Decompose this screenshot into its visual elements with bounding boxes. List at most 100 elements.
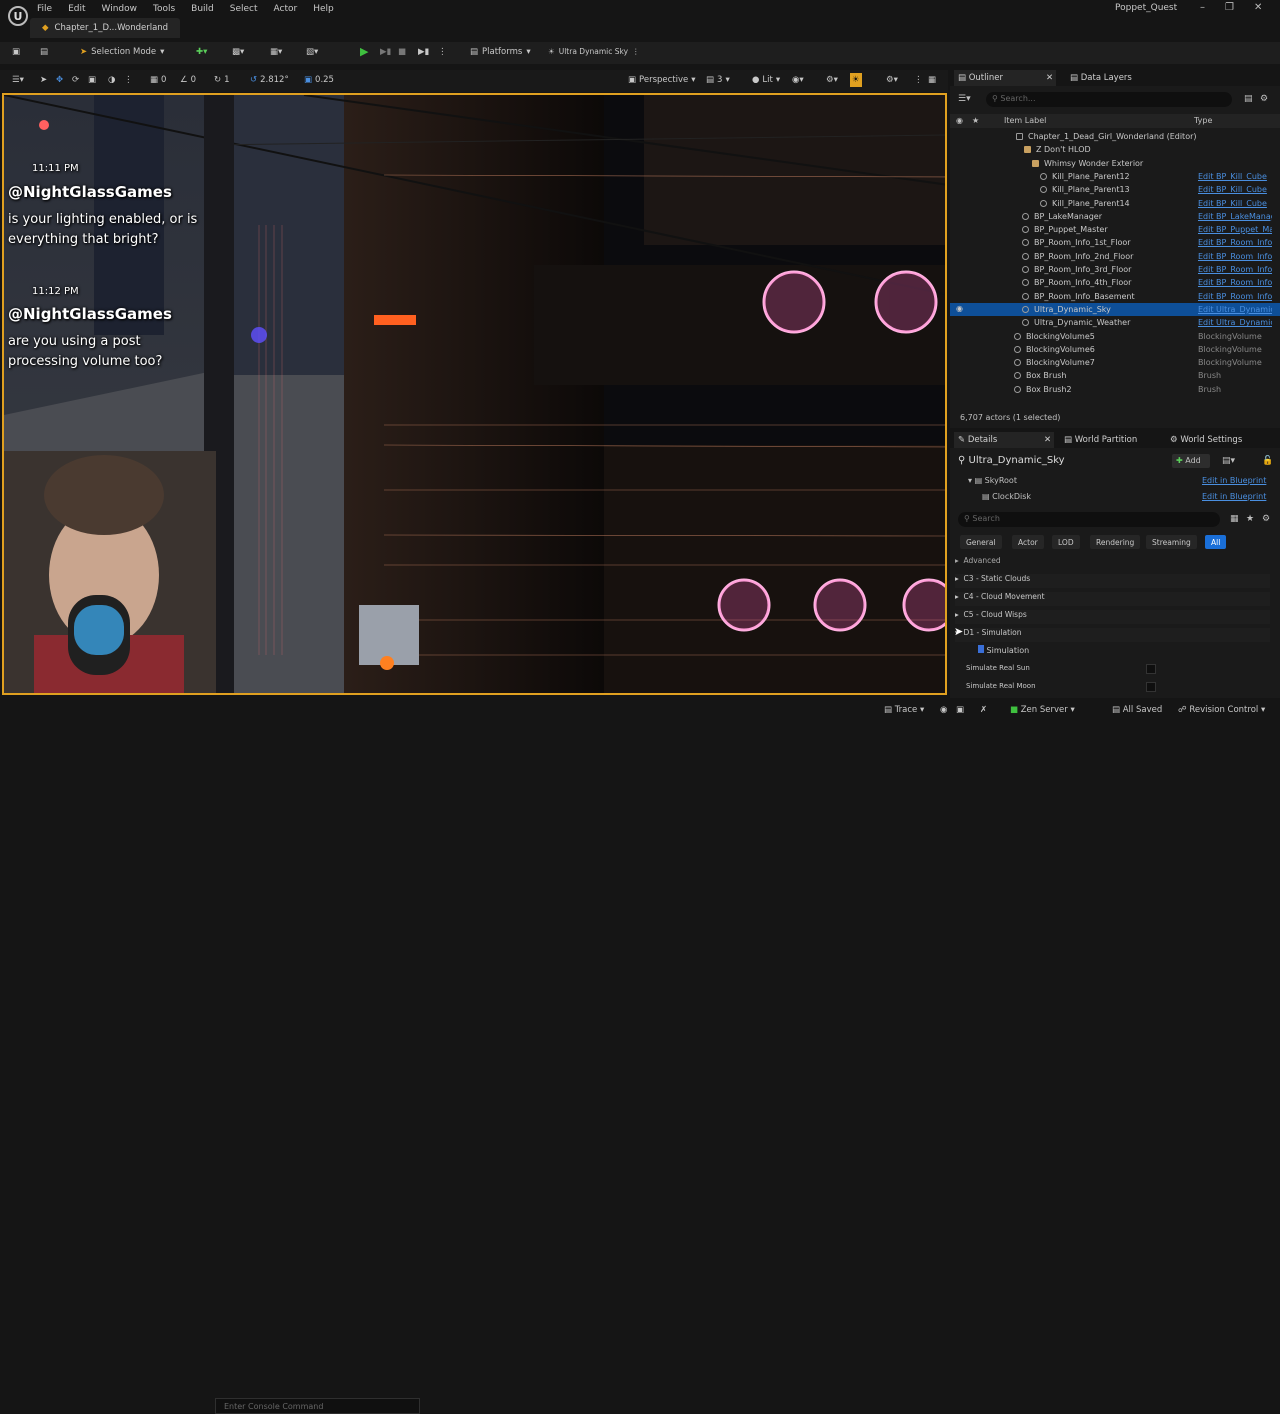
maximize-viewport-icon[interactable]: ▦ [928, 75, 936, 85]
settings-icon[interactable]: ⚙ [1260, 94, 1268, 104]
filter-streaming[interactable]: Streaming [1146, 535, 1197, 549]
map-tab[interactable]: ◆ Chapter_1_D...Wonderland [30, 18, 180, 38]
outliner-row[interactable]: Kill_Plane_Parent14 Edit BP_Kill_Cube [950, 197, 1280, 210]
outliner-row[interactable]: Box Brush2 Brush [950, 383, 1280, 396]
component-skyroot[interactable]: ▾ ▤ SkyRoot Edit in Blueprint [968, 476, 1278, 490]
details-search-input[interactable]: ⚲ Search [958, 512, 1220, 527]
scale-icon[interactable]: ▣ [88, 75, 96, 85]
outliner-search-input[interactable]: ⚲ Search... [986, 92, 1232, 107]
content-browser-icon[interactable]: ▤ [40, 47, 48, 57]
outliner-row[interactable]: BP_Room_Info_1st_Floor Edit BP_Room_Info [950, 236, 1280, 249]
save-status[interactable]: ▤ All Saved [1112, 705, 1162, 715]
revision-control-button[interactable]: ☍ Revision Control ▾ [1178, 705, 1265, 715]
menu-select[interactable]: Select [229, 4, 259, 14]
category-static-clouds[interactable]: ▸ C3 - Static Clouds [955, 574, 1270, 588]
settings-icon[interactable]: ⚙▾ [826, 75, 838, 85]
grid-snap-icon[interactable]: ▦ 0 [150, 75, 166, 85]
cinematics-icon[interactable]: ▦▾ [270, 47, 282, 57]
outliner-row[interactable]: BP_LakeManager Edit BP_LakeManag [950, 210, 1280, 223]
layout-icon[interactable]: ⋮ [914, 75, 923, 85]
blueprint-options-icon[interactable]: ▤▾ [1222, 456, 1235, 466]
add-component-button[interactable]: ✚ Add [1172, 454, 1210, 468]
perspective-dropdown[interactable]: ▣ Perspective ▾ [628, 75, 696, 85]
menu-help[interactable]: Help [312, 4, 335, 14]
world-settings-tab[interactable]: ⚙ World Settings [1170, 435, 1242, 445]
close-icon[interactable]: ✕ [1044, 435, 1051, 445]
play-icon[interactable]: ▶ [360, 45, 368, 58]
simulate-real-moon-checkbox[interactable] [1146, 682, 1156, 692]
zen-server-button[interactable]: ■ Zen Server ▾ [1010, 705, 1075, 715]
outliner-row[interactable]: BP_Puppet_Master Edit BP_Puppet_Maste [950, 223, 1280, 236]
menu-edit[interactable]: Edit [67, 4, 86, 14]
lit-dropdown[interactable]: ● Lit ▾ [752, 75, 780, 85]
outliner-row-type[interactable]: Edit BP_LakeManag [1198, 212, 1272, 221]
derived-data-icon[interactable]: ✗ [980, 705, 987, 715]
blueprint-icon[interactable]: ▩▾ [232, 47, 244, 57]
outliner-row-type[interactable]: Edit BP_Room_Info [1198, 238, 1272, 247]
add-folder-icon[interactable]: ▤ [1244, 94, 1253, 104]
outliner-row-type[interactable]: Edit BP_Room_Info [1198, 252, 1272, 261]
record-icon[interactable]: ◉ [940, 705, 947, 715]
surface-snap-icon[interactable]: ⋮ [124, 75, 133, 85]
menu-window[interactable]: Window [101, 4, 139, 14]
outliner-row-type[interactable]: Edit Ultra_Dynamic [1198, 305, 1272, 314]
table-view-icon[interactable]: ▦ [1230, 514, 1239, 524]
launch-icon[interactable]: ▶▮ [418, 47, 429, 57]
star-icon[interactable]: ★ [1246, 514, 1254, 524]
outliner-row[interactable]: Z Don't HLOD [950, 143, 1280, 156]
outliner-row-type[interactable]: Edit BP_Room_Info [1198, 265, 1272, 274]
lock-icon[interactable]: 🔓 [1262, 456, 1273, 466]
trace-button[interactable]: ▤ Trace ▾ [884, 705, 924, 715]
maximize-icon[interactable]: ❐ [1225, 2, 1234, 13]
menu-actor[interactable]: Actor [273, 4, 299, 14]
outliner-row[interactable]: BlockingVolume5 BlockingVolume [950, 330, 1280, 343]
col-item-label[interactable]: Item Label [1004, 116, 1046, 125]
outliner-row-type[interactable]: Edit BP_Kill_Cube [1198, 172, 1272, 181]
advance-frame-icon[interactable]: ▶▮ [380, 47, 391, 57]
close-icon[interactable]: ✕ [1254, 2, 1262, 13]
angle-snap-icon[interactable]: ∠ 0 [180, 75, 196, 85]
menu-tools[interactable]: Tools [152, 4, 176, 14]
filter-actor[interactable]: Actor [1012, 535, 1044, 549]
outliner-row[interactable]: Whimsy Wonder Exterior [950, 157, 1280, 170]
camera-speed-icon[interactable]: ▤ 3 ▾ [706, 75, 730, 85]
unreal-logo-icon[interactable]: U [8, 6, 28, 26]
category-advanced[interactable]: ▸ Advanced [955, 556, 1001, 570]
console-input[interactable]: Enter Console Command [215, 1398, 420, 1414]
outliner-row-type[interactable]: Edit BP_Room_Info [1198, 292, 1272, 301]
filter-rendering[interactable]: Rendering [1090, 535, 1141, 549]
category-cloud-wisps[interactable]: ▸ C5 - Cloud Wisps [955, 610, 1270, 624]
stop-icon[interactable]: ■ [398, 47, 406, 57]
world-partition-tab[interactable]: ▤ World Partition [1064, 435, 1137, 445]
rotate-icon[interactable]: ⟳ [72, 75, 79, 85]
outliner-row[interactable]: Ultra_Dynamic_Sky Edit Ultra_Dynamic ◉ [950, 302, 1280, 316]
outliner-tab[interactable]: ▤ Outliner ✕ [954, 70, 1056, 86]
sub-section-simulation[interactable]: Simulation [978, 645, 1029, 659]
menu-file[interactable]: File [36, 4, 53, 14]
outliner-row[interactable]: Chapter_1_Dead_Girl_Wonderland (Editor) [950, 130, 1280, 143]
settings-icon[interactable]: ⚙ [1262, 514, 1270, 524]
outliner-row[interactable]: Ultra_Dynamic_Weather Edit Ultra_Dynamic [950, 316, 1280, 329]
outliner-row[interactable]: BP_Room_Info_3rd_Floor Edit BP_Room_Info [950, 263, 1280, 276]
gear-icon[interactable]: ⚙▾ [886, 75, 898, 85]
realtime-icon[interactable]: ☀ [850, 73, 862, 87]
data-layers-tab[interactable]: ▤ Data Layers [1070, 73, 1132, 83]
visibility-icon[interactable]: ◉ [956, 116, 963, 125]
outliner-row[interactable]: Kill_Plane_Parent12 Edit BP_Kill_Cube [950, 170, 1280, 183]
save-icon[interactable]: ▣ [12, 47, 20, 57]
outliner-row[interactable]: BlockingVolume7 BlockingVolume [950, 356, 1280, 369]
menu-build[interactable]: Build [190, 4, 215, 14]
close-icon[interactable]: ✕ [1046, 73, 1053, 83]
minimize-icon[interactable]: – [1200, 2, 1205, 13]
pin-icon[interactable]: ★ [972, 116, 979, 125]
select-icon[interactable]: ➤ [40, 75, 47, 85]
snap-scale-icon[interactable]: ▣ 0.25 [304, 75, 334, 85]
edit-in-blueprint-link[interactable]: Edit in Blueprint [1202, 476, 1266, 485]
selection-mode-dropdown[interactable]: ➤ Selection Mode ▾ [80, 47, 164, 57]
outliner-row[interactable]: BP_Room_Info_4th_Floor Edit BP_Room_Info [950, 276, 1280, 289]
scale-snap-icon[interactable]: ↺ 2.812° [250, 75, 289, 85]
outliner-row[interactable]: BP_Room_Info_Basement Edit BP_Room_Info [950, 290, 1280, 303]
outliner-row[interactable]: Kill_Plane_Parent13 Edit BP_Kill_Cube [950, 183, 1280, 196]
add-actor-icon[interactable]: ✚▾ [196, 47, 207, 57]
hamburger-icon[interactable]: ☰▾ [12, 75, 24, 85]
